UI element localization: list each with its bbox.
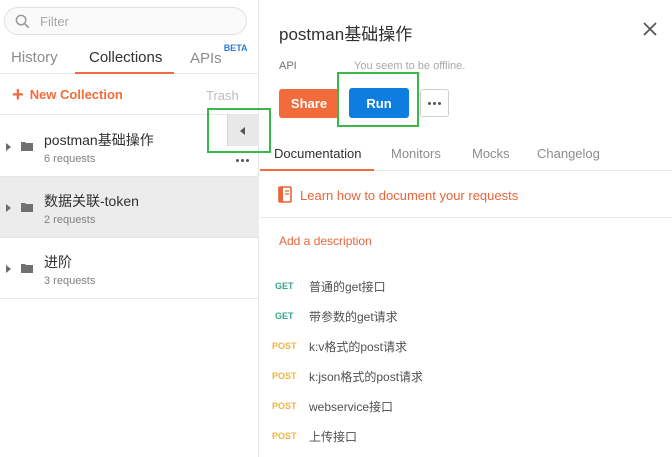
folder-icon [21,142,33,151]
collection-request-count: 2 requests [44,214,96,226]
expand-caret-icon[interactable] [6,265,11,273]
collection-request-count: 6 requests [44,153,96,165]
request-item[interactable]: GET 带参数的get请求 [260,302,672,332]
request-name: webservice接口 [309,400,394,414]
highlight-box-run [337,72,419,127]
request-item[interactable]: POST k:v格式的post请求 [260,332,672,362]
collection-item[interactable]: 进阶 3 requests [0,238,259,299]
new-collection-label: New Collection [29,87,123,102]
folder-icon [21,203,33,212]
tab-changelog[interactable]: Changelog [537,146,600,161]
request-name: 上传接口 [309,430,358,444]
request-name: 带参数的get请求 [309,310,398,324]
collection-details-panel: postman基础操作 API You seem to be offline. … [260,0,672,457]
more-dots-icon [236,159,249,162]
beta-badge: BETA [223,43,248,53]
trash-button[interactable]: Trash [206,88,239,103]
folder-icon [21,264,33,273]
plus-icon: + [12,83,24,106]
request-item[interactable]: POST 上传接口 [260,422,672,452]
request-name: k:v格式的post请求 [309,340,408,354]
collection-request-count: 3 requests [44,275,96,287]
search-box[interactable] [4,7,247,35]
panel-tabs: Documentation Monitors Mocks Changelog [260,136,672,171]
sidebar-tabs: History Collections APIsBETA [0,40,259,74]
tab-mocks[interactable]: Mocks [472,146,510,161]
tab-history[interactable]: History [11,49,58,66]
panel-title: postman基础操作 [279,25,413,44]
close-icon[interactable] [642,21,658,37]
method-badge: GET [275,311,294,321]
learn-docs-link[interactable]: Learn how to document your requests [300,188,518,203]
share-button[interactable]: Share [279,89,339,118]
request-item[interactable]: POST webservice接口 [260,392,672,422]
request-item[interactable]: POST k:json格式的post请求 [260,362,672,392]
method-badge: POST [272,371,297,381]
tab-collections[interactable]: Collections [89,49,162,66]
collection-name: 进阶 [44,254,72,270]
collection-name: 数据关联-token [44,193,139,209]
method-badge: GET [275,281,294,291]
expand-caret-icon[interactable] [6,143,11,151]
tab-apis-label: APIs [190,50,222,67]
learn-docs-banner: Learn how to document your requests [260,172,672,218]
collection-item[interactable]: 数据关联-token 2 requests [0,177,259,238]
request-item[interactable]: GET 普通的get接口 [260,272,672,302]
api-label: API [279,60,297,72]
active-tab-indicator [260,169,374,171]
request-name: k:json格式的post请求 [309,370,424,384]
document-icon [278,186,292,203]
search-input[interactable] [40,13,230,29]
expand-caret-icon[interactable] [6,204,11,212]
more-dots-icon [428,101,441,105]
collection-name: postman基础操作 [44,132,154,148]
search-icon [15,14,30,28]
new-collection-button[interactable]: + New Collection [12,83,123,106]
method-badge: POST [272,431,297,441]
add-description-link[interactable]: Add a description [279,234,372,248]
offline-notice: You seem to be offline. [354,60,466,72]
active-tab-indicator [75,72,174,74]
more-actions-button[interactable] [420,89,449,117]
tab-documentation[interactable]: Documentation [274,146,361,161]
method-badge: POST [272,401,297,411]
tab-monitors[interactable]: Monitors [391,146,441,161]
sidebar: History Collections APIsBETA + New Colle… [0,0,259,457]
tab-apis[interactable]: APIsBETA [190,43,248,67]
method-badge: POST [272,341,297,351]
request-name: 普通的get接口 [309,280,386,294]
